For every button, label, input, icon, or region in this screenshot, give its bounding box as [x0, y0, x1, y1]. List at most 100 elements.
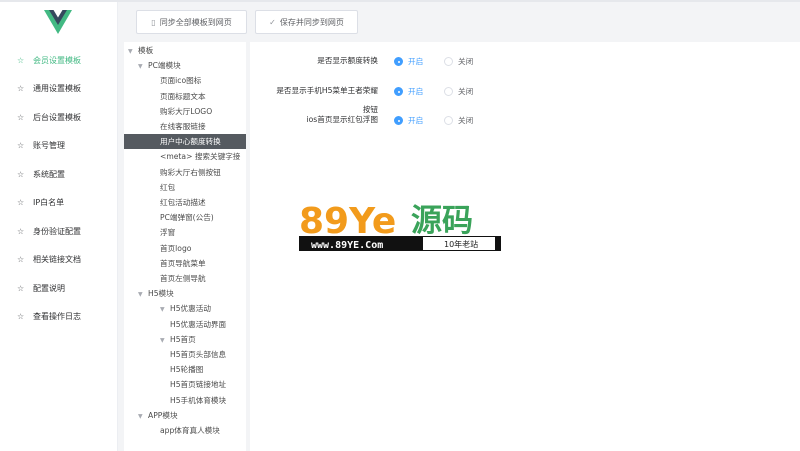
sync-all-button[interactable]: ▯ 同步全部模板到网页: [136, 10, 247, 34]
tree-node-label: PC端模块: [148, 61, 181, 71]
tree-node-label: PC端弹窗(公告): [160, 213, 214, 223]
tree-node[interactable]: ▼ 模板: [124, 43, 246, 58]
check-icon: ✓: [269, 17, 276, 27]
radio-on[interactable]: 开启: [394, 56, 423, 67]
tree-node-label: 在线客服链接: [160, 122, 206, 131]
tree-node[interactable]: 红包活动描述: [124, 195, 246, 210]
caret-down-icon[interactable]: ▼: [138, 409, 148, 423]
tree-node[interactable]: 用户中心额度转换: [124, 134, 246, 150]
caret-down-icon[interactable]: ▼: [138, 287, 148, 301]
tree-node[interactable]: <meta> 搜索关键字接: [124, 149, 246, 164]
tree-node-label: 首页logo: [160, 243, 192, 253]
sidebar-item[interactable]: ☆ 会员设置模板: [0, 46, 118, 75]
watermark-url: www.89YE.Com: [311, 240, 383, 251]
tree-node[interactable]: 购彩大厅LOGO: [124, 104, 246, 119]
sidebar-item[interactable]: ☆ 身份验证配置: [0, 217, 118, 246]
sidebar-item[interactable]: ☆ 配置说明: [0, 274, 118, 303]
save-sync-button[interactable]: ✓ 保存并同步到网页: [255, 10, 358, 34]
tree-node-label: H5手机体育模块: [170, 395, 227, 405]
tree-node-label: 首页左侧导航: [160, 274, 206, 283]
star-icon: ☆: [17, 255, 25, 265]
sidebar-item[interactable]: ☆ 相关链接文档: [0, 246, 118, 275]
radio-on-label: 开启: [408, 87, 424, 96]
sidebar-item-label: 系统配置: [33, 169, 65, 179]
tree-node-label: 购彩大厅右侧按钮: [160, 167, 221, 177]
tree-node-label: H5轮播图: [170, 365, 204, 375]
tree-node[interactable]: 红包: [124, 180, 246, 195]
tree-node[interactable]: ▼ H5首页: [124, 332, 246, 347]
star-icon: ☆: [17, 312, 25, 322]
tree-node[interactable]: 页面ico图标: [124, 73, 246, 88]
top-border: [0, 0, 800, 2]
tree-node[interactable]: PC端弹窗(公告): [124, 210, 246, 225]
sync-all-label: 同步全部模板到网页: [159, 17, 232, 27]
tree-node-label: H5优惠活动: [170, 304, 211, 314]
tree-node-label: 浮窗: [160, 228, 176, 238]
setting-label-line1: 按钮: [362, 105, 378, 114]
radio-off[interactable]: 关闭: [444, 56, 473, 67]
radio-on-label: 开启: [408, 57, 424, 66]
radio-on[interactable]: 开启: [394, 86, 423, 97]
tree-node[interactable]: ▼ H5优惠活动: [124, 301, 246, 316]
radio-off[interactable]: 关闭: [444, 86, 473, 97]
setting-label-line2: ios首页显示红包浮图: [306, 115, 378, 124]
radio-dot: [444, 116, 453, 125]
sidebar-item-label: 账号管理: [33, 141, 65, 151]
radio-off[interactable]: 关闭: [444, 115, 473, 126]
star-icon: ☆: [17, 112, 25, 122]
tree-node[interactable]: app体育真人模块: [124, 423, 246, 438]
watermark-slogan: 10年老站: [444, 239, 478, 249]
radio-on[interactable]: 开启: [394, 115, 423, 126]
tree-node[interactable]: 页面标题文本: [124, 89, 246, 104]
sidebar-item-label: 通用设置模板: [33, 84, 81, 94]
tree-node-label: H5优惠活动界面: [170, 319, 227, 329]
star-icon: ☆: [17, 141, 25, 151]
tree-node[interactable]: ▼ H5模块: [124, 286, 246, 301]
tree-node-label: 模板: [138, 46, 154, 55]
caret-down-icon[interactable]: ▼: [128, 44, 138, 58]
tree-node-label: 页面ico图标: [160, 76, 202, 86]
tree-node-label: 页面标题文本: [160, 91, 206, 101]
tree-node[interactable]: 在线客服链接: [124, 119, 246, 134]
sidebar-item[interactable]: ☆ 账号管理: [0, 132, 118, 161]
tree-node[interactable]: 购彩大厅右侧按钮: [124, 165, 246, 180]
setting-label: 是否显示手机H5菜单王者荣耀: [276, 86, 378, 95]
tree-node[interactable]: H5优惠活动界面: [124, 317, 246, 332]
star-icon: ☆: [17, 169, 25, 179]
tree-node-label: 红包活动描述: [160, 198, 206, 207]
vue-logo-icon[interactable]: [44, 10, 72, 34]
sidebar-item[interactable]: ☆ 系统配置: [0, 160, 118, 189]
tree-node[interactable]: 首页logo: [124, 241, 246, 256]
caret-down-icon[interactable]: ▼: [138, 59, 148, 73]
tree-node[interactable]: 浮窗: [124, 225, 246, 240]
save-sync-label: 保存并同步到网页: [279, 17, 344, 27]
tree-node[interactable]: 首页导航菜单: [124, 256, 246, 271]
tree-node-label: H5模块: [148, 289, 174, 299]
tree-node[interactable]: ▼ APP模块: [124, 408, 246, 423]
tree-node[interactable]: H5手机体育模块: [124, 393, 246, 408]
tree-node[interactable]: H5轮播图: [124, 362, 246, 377]
tree-node-label: H5首页: [170, 334, 196, 344]
radio-dot: [394, 87, 403, 96]
tree-node[interactable]: H5首页链接地址: [124, 377, 246, 392]
tree-node[interactable]: 首页左侧导航: [124, 271, 246, 286]
star-icon: ☆: [17, 283, 25, 293]
tree-node-label: 购彩大厅LOGO: [160, 106, 213, 116]
star-icon: ☆: [17, 84, 25, 94]
sidebar-item[interactable]: ☆ 后台设置模板: [0, 103, 118, 132]
sidebar-item[interactable]: ☆ 通用设置模板: [0, 75, 118, 104]
star-icon: ☆: [17, 55, 25, 65]
setting-label: 是否显示额度转换: [317, 56, 378, 65]
radio-dot: [444, 87, 453, 96]
sidebar-item[interactable]: ☆ 查看操作日志: [0, 303, 118, 332]
tree-node[interactable]: H5首页头部信息: [124, 347, 246, 362]
caret-down-icon[interactable]: ▼: [160, 302, 170, 316]
watermark-logo: 89Ye 源码 www.89YE.Com 10年老站: [299, 201, 501, 251]
radio-off-label: 关闭: [458, 87, 474, 96]
sidebar-item[interactable]: ☆ IP白名单: [0, 189, 118, 218]
template-tree: ▼ 模板 ▼ PC端模块 页面ico图标 页面标题文本 购彩大厅LOGO 在线客服链接 用户中心…: [124, 42, 246, 451]
caret-down-icon[interactable]: ▼: [160, 333, 170, 347]
tree-node[interactable]: ▼ PC端模块: [124, 58, 246, 73]
tree-node-label: <meta> 搜索关键字接: [160, 152, 241, 162]
watermark-brand-latin: 89Ye: [299, 201, 396, 242]
